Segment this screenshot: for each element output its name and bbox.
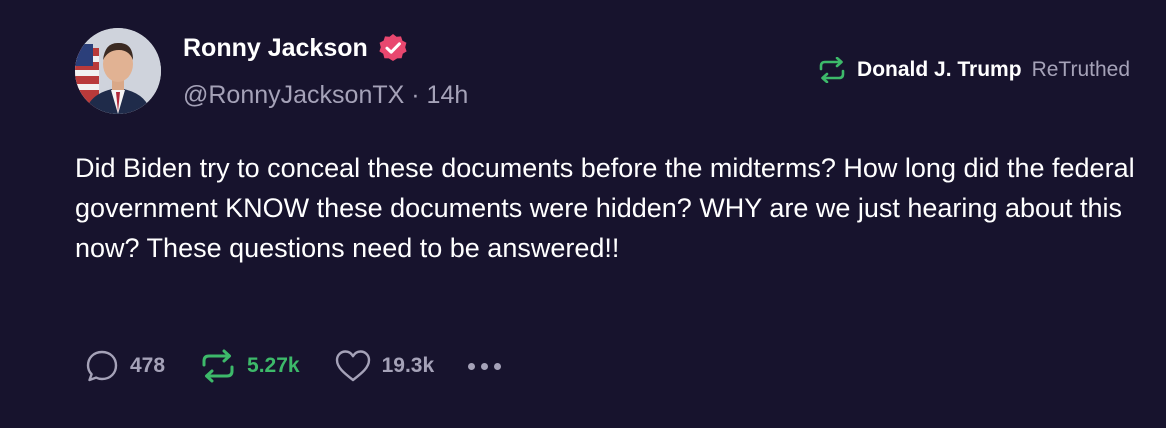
post-card: Ronny Jackson @RonnyJacksonTX · 14h Dona… xyxy=(0,0,1166,428)
post-time[interactable]: 14h xyxy=(427,81,469,109)
handle-line: @RonnyJacksonTX · 14h xyxy=(183,78,468,112)
post-text: Did Biden try to conceal these documents… xyxy=(75,153,1143,263)
more-dot xyxy=(468,362,476,370)
reply-button[interactable]: 478 xyxy=(84,348,165,384)
more-dot xyxy=(481,362,489,370)
retruth-label: ReTruthed xyxy=(1031,58,1130,81)
reply-count: 478 xyxy=(130,354,166,377)
retruth-count: 5.27k xyxy=(247,354,300,377)
avatar-photo xyxy=(75,28,161,114)
retruth-icon xyxy=(202,349,234,383)
retruth-button[interactable]: 5.27k xyxy=(199,348,300,384)
verified-badge-icon xyxy=(379,34,407,61)
author-name-text: Ronny Jackson xyxy=(183,34,368,62)
author-handle[interactable]: @RonnyJacksonTX xyxy=(183,81,404,109)
meta-separator: · xyxy=(411,81,420,109)
reply-icon xyxy=(86,350,118,382)
author-name[interactable]: Ronny Jackson xyxy=(183,31,409,65)
retruth-banner: Donald J. Trump ReTruthed xyxy=(817,56,1130,84)
avatar[interactable] xyxy=(75,28,161,114)
action-bar: 478 5.27k 19.3k xyxy=(84,348,502,384)
heart-icon xyxy=(335,350,370,382)
retruth-user[interactable]: Donald J. Trump xyxy=(857,56,1022,84)
retruth-icon xyxy=(819,57,845,83)
like-button[interactable]: 19.3k xyxy=(334,348,435,384)
more-options-icon[interactable] xyxy=(468,357,502,376)
more-dot xyxy=(494,362,502,370)
like-count: 19.3k xyxy=(381,354,435,377)
